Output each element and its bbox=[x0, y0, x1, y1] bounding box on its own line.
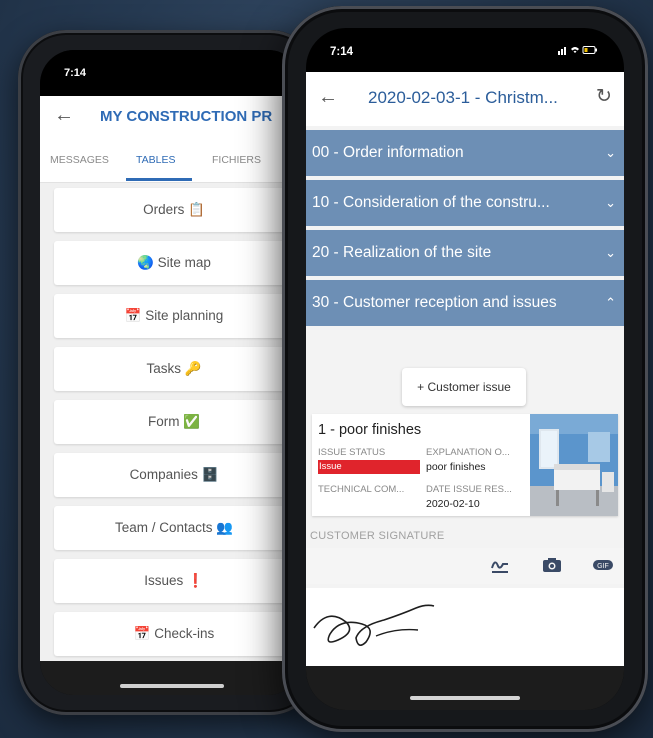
home-indicator[interactable] bbox=[120, 684, 224, 688]
signature-canvas[interactable] bbox=[306, 588, 624, 666]
back-app: ← MY CONSTRUCTION PR MESSAGES TABLES FIC… bbox=[40, 96, 302, 661]
app-header: ← 2020-02-03-1 - Christm... ↻ bbox=[306, 72, 624, 126]
signature-label: CUSTOMER SIGNATURE bbox=[310, 530, 445, 542]
menu-item-companies[interactable]: Companies 🗄️ bbox=[54, 453, 294, 497]
menu-item-site-map[interactable]: 🌏 Site map bbox=[54, 241, 294, 285]
phone-notch bbox=[386, 28, 546, 56]
section-consideration[interactable]: 10 - Consideration of the constru... ⌄ bbox=[306, 180, 624, 226]
date-issue-label: DATE ISSUE RES... bbox=[426, 484, 512, 495]
issue-photo[interactable] bbox=[530, 414, 618, 516]
tab-messages[interactable]: MESSAGES bbox=[50, 154, 109, 166]
issue-card[interactable]: 1 - poor finishes ISSUE STATUS Issue EXP… bbox=[312, 414, 618, 516]
bottom-bar bbox=[40, 661, 302, 695]
signature-icon[interactable] bbox=[490, 556, 510, 578]
front-app: ← 2020-02-03-1 - Christm... ↻ 00 - Order… bbox=[306, 72, 624, 666]
chevron-up-icon: ⌃ bbox=[605, 295, 616, 310]
section-label: 00 - Order information bbox=[312, 144, 464, 161]
tab-tables[interactable]: TABLES bbox=[136, 154, 176, 166]
tables-list: Orders 📋 🌏 Site map 📅 Site planning Task… bbox=[54, 188, 294, 665]
tab-fichiers[interactable]: FICHIERS bbox=[212, 154, 261, 166]
technical-comment-label: TECHNICAL COM... bbox=[318, 484, 405, 495]
status-badge: Issue bbox=[318, 460, 420, 474]
chevron-down-icon: ⌄ bbox=[605, 195, 616, 210]
signal-wifi-battery-icon bbox=[558, 44, 598, 59]
date-issue-value: 2020-02-10 bbox=[426, 498, 480, 510]
status-time: 7:14 bbox=[64, 67, 87, 79]
active-tab-indicator bbox=[126, 178, 192, 181]
issue-title: 1 - poor finishes bbox=[318, 422, 422, 438]
menu-item-form[interactable]: Form ✅ bbox=[54, 400, 294, 444]
page-title: MY CONSTRUCTION PR bbox=[100, 108, 273, 125]
section-customer-reception[interactable]: 30 - Customer reception and issues ⌃ bbox=[306, 280, 624, 326]
explanation-label: EXPLANATION O... bbox=[426, 447, 510, 458]
chevron-down-icon: ⌄ bbox=[605, 145, 616, 160]
svg-text:GIF: GIF bbox=[597, 563, 609, 570]
back-arrow-icon[interactable]: ← bbox=[318, 86, 338, 109]
issue-status-label: ISSUE STATUS bbox=[318, 447, 386, 458]
menu-item-issues[interactable]: Issues ❗ bbox=[54, 559, 294, 603]
chevron-down-icon: ⌄ bbox=[605, 245, 616, 260]
menu-item-team-contacts[interactable]: Team / Contacts 👥 bbox=[54, 506, 294, 550]
front-phone-screen: 7:14 ← 2020-02-03-1 - Christm... ↻ 00 - … bbox=[306, 28, 624, 710]
section-label: 10 - Consideration of the constru... bbox=[312, 194, 550, 211]
menu-item-check-ins[interactable]: 📅 Check-ins bbox=[54, 612, 294, 656]
gif-icon[interactable]: GIF bbox=[592, 556, 614, 578]
section-list: 00 - Order information ⌄ 10 - Considerat… bbox=[306, 130, 624, 330]
back-arrow-icon[interactable]: ← bbox=[54, 104, 74, 127]
section-label: 20 - Realization of the site bbox=[312, 244, 492, 261]
explanation-value: poor finishes bbox=[426, 461, 486, 473]
phone-notch bbox=[102, 50, 252, 76]
section-label: 30 - Customer reception and issues bbox=[312, 294, 557, 311]
menu-item-site-planning[interactable]: 📅 Site planning bbox=[54, 294, 294, 338]
menu-item-tasks[interactable]: Tasks 🔑 bbox=[54, 347, 294, 391]
signature-toolbar: GIF bbox=[306, 548, 624, 584]
section-realization[interactable]: 20 - Realization of the site ⌄ bbox=[306, 230, 624, 276]
status-time: 7:14 bbox=[330, 46, 354, 58]
section-order-information[interactable]: 00 - Order information ⌄ bbox=[306, 130, 624, 176]
app-header: ← MY CONSTRUCTION PR bbox=[40, 96, 302, 140]
tab-bar: MESSAGES TABLES FICHIERS bbox=[40, 140, 302, 183]
camera-icon[interactable] bbox=[542, 556, 562, 578]
add-customer-issue-button[interactable]: + Customer issue bbox=[402, 368, 526, 406]
page-title: 2020-02-03-1 - Christm... bbox=[368, 88, 558, 107]
home-indicator[interactable] bbox=[410, 696, 520, 700]
menu-item-orders[interactable]: Orders 📋 bbox=[54, 188, 294, 232]
back-phone-screen: 7:14 ← MY CONSTRUCTION PR MESSAGES TABLE… bbox=[40, 50, 302, 695]
refresh-icon[interactable]: ↻ bbox=[596, 85, 612, 108]
bottom-bar bbox=[306, 666, 624, 710]
